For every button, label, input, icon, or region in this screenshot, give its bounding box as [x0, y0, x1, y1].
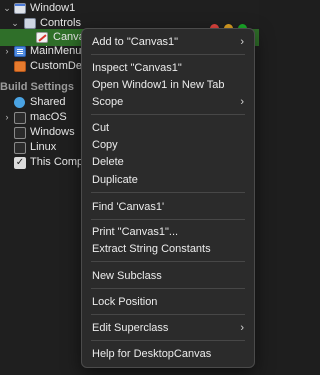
menu-item-cut[interactable]: Cut	[82, 119, 254, 137]
menu-separator	[91, 288, 245, 289]
menu-separator	[91, 192, 245, 193]
menu-separator	[91, 340, 245, 341]
macos-checkbox[interactable]	[14, 112, 26, 124]
windows-checkbox[interactable]	[14, 127, 26, 139]
chevron-right-icon: ›	[240, 322, 244, 334]
menu-item-delete[interactable]: Delete	[82, 153, 254, 171]
menu-separator	[91, 314, 245, 315]
menu-item-print[interactable]: Print "Canvas1"...	[82, 223, 254, 241]
menu-separator	[91, 54, 245, 55]
context-menu: Add to "Canvas1" › Inspect "Canvas1" Ope…	[81, 28, 255, 368]
chevron-right-icon: ›	[240, 96, 244, 108]
menu-item-scope[interactable]: Scope ›	[82, 93, 254, 111]
menubar-icon	[14, 46, 26, 57]
menu-item-extract-string-constants[interactable]: Extract String Constants	[82, 240, 254, 258]
customdesk-icon	[14, 61, 26, 72]
menu-item-add-to-canvas1[interactable]: Add to "Canvas1" ›	[82, 33, 254, 51]
menu-item-inspect[interactable]: Inspect "Canvas1"	[82, 59, 254, 77]
shared-icon	[14, 97, 25, 108]
menu-item-help[interactable]: Help for DesktopCanvas	[82, 345, 254, 363]
this-computer-checkbox[interactable]: ✓	[14, 157, 26, 169]
menu-item-edit-superclass[interactable]: Edit Superclass ›	[82, 319, 254, 337]
menu-item-copy[interactable]: Copy	[82, 136, 254, 154]
controls-icon	[24, 18, 36, 29]
menu-item-open-in-new-tab[interactable]: Open Window1 in New Tab	[82, 76, 254, 94]
chevron-right-icon: ›	[240, 36, 244, 48]
menu-separator	[91, 114, 245, 115]
menu-item-new-subclass[interactable]: New Subclass	[82, 267, 254, 285]
window-icon	[14, 3, 26, 14]
linux-checkbox[interactable]	[14, 142, 26, 154]
menu-item-find[interactable]: Find 'Canvas1'	[82, 198, 254, 216]
menu-item-duplicate[interactable]: Duplicate	[82, 171, 254, 189]
menu-separator	[91, 261, 245, 262]
menu-separator	[91, 219, 245, 220]
menu-item-lock-position[interactable]: Lock Position	[82, 293, 254, 311]
canvas-icon	[36, 32, 48, 43]
